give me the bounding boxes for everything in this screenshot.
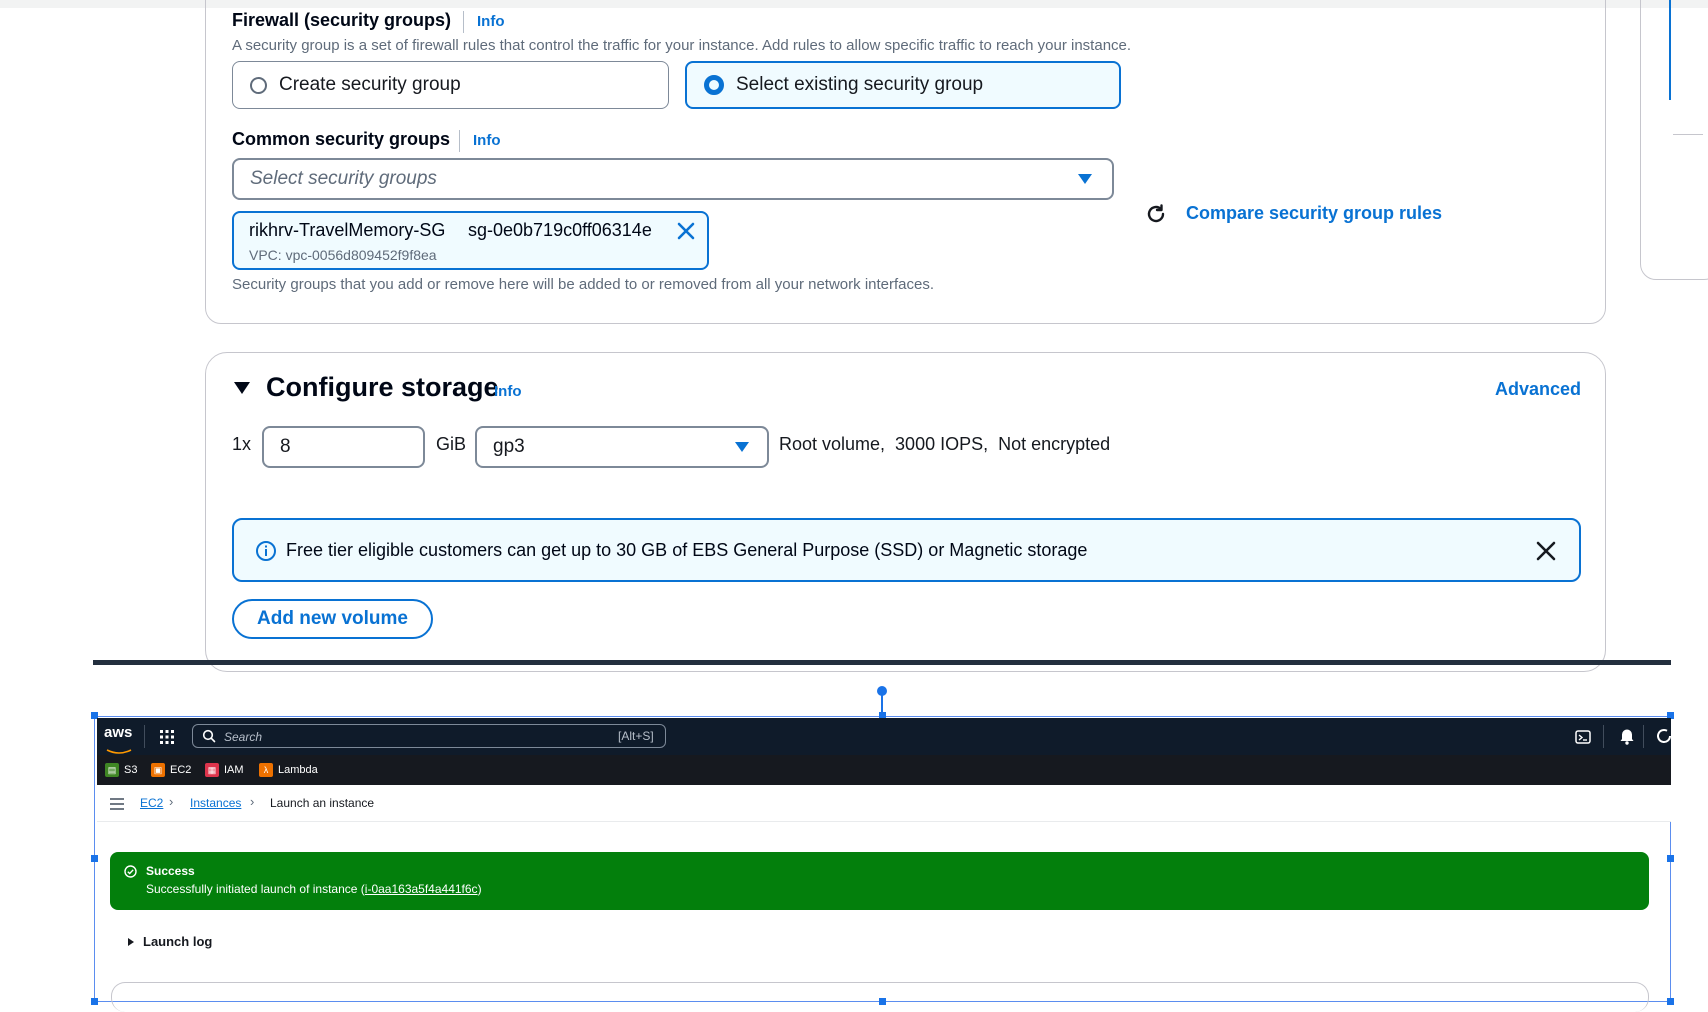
separator xyxy=(1603,725,1604,748)
s3-bucket-icon: ▤ xyxy=(105,763,119,777)
launch-log-toggle[interactable]: Launch log xyxy=(127,934,212,949)
rotation-handle[interactable] xyxy=(877,686,887,696)
token-sg-id: sg-0e0b719c0ff06314e xyxy=(468,220,652,240)
services-grid-icon[interactable] xyxy=(160,730,174,749)
summary-panel xyxy=(1640,0,1708,280)
resize-handle-right[interactable] xyxy=(1667,855,1674,862)
aws-top-nav: aws Search [Alt+S] xyxy=(97,718,1671,755)
screenshot-divider xyxy=(93,660,1671,665)
add-new-volume-button[interactable]: Add new volume xyxy=(232,599,433,639)
summary-divider xyxy=(1673,134,1703,135)
chevron-right-icon: › xyxy=(250,794,255,809)
console-search-input[interactable]: Search [Alt+S] xyxy=(192,724,666,748)
resize-handle-bottom-left[interactable] xyxy=(91,998,98,1005)
notifications-bell-icon[interactable] xyxy=(1619,727,1635,750)
caret-down-icon xyxy=(1078,174,1092,184)
info-circle-icon xyxy=(255,540,277,567)
success-message-prefix: Successfully initiated launch of instanc… xyxy=(146,882,365,896)
iam-badge-icon: ▦ xyxy=(205,763,219,777)
resize-handle-bottom-right[interactable] xyxy=(1667,998,1674,1005)
caret-right-icon xyxy=(128,937,134,946)
favorite-iam-label: IAM xyxy=(224,764,244,776)
separator xyxy=(144,725,145,748)
chevron-right-icon: › xyxy=(169,794,174,809)
create-security-group-label: Create security group xyxy=(279,74,461,95)
volume-unit-label: GiB xyxy=(436,434,467,454)
token-sg-name: rikhrv-TravelMemory-SG xyxy=(249,220,446,240)
summary-accent-line xyxy=(1669,0,1671,100)
favorite-ec2-label: EC2 xyxy=(170,764,192,776)
favorite-ec2[interactable]: ▣ EC2 xyxy=(151,763,191,777)
favorites-bar: ▤ S3 ▣ EC2 ▦ IAM λ Lambda xyxy=(97,755,1671,785)
success-check-circle-icon xyxy=(124,865,137,883)
favorite-s3-label: S3 xyxy=(124,764,138,776)
aws-logo[interactable]: aws xyxy=(104,724,132,741)
success-title: Success xyxy=(146,864,195,878)
volume-size-input[interactable]: 8 xyxy=(262,426,425,468)
lambda-icon: λ xyxy=(259,763,273,777)
favorite-iam[interactable]: ▦ IAM xyxy=(205,763,244,777)
next-steps-panel xyxy=(111,982,1649,1012)
ec2-chip-icon: ▣ xyxy=(151,763,165,777)
volume-type-value: gp3 xyxy=(493,436,525,457)
separator xyxy=(463,11,464,33)
dismiss-close-icon[interactable] xyxy=(1535,540,1557,567)
launch-log-label: Launch log xyxy=(143,934,213,949)
cloudshell-icon[interactable] xyxy=(1575,729,1591,750)
separator xyxy=(1643,725,1644,748)
refresh-icon[interactable] xyxy=(1144,202,1168,231)
separator xyxy=(459,130,460,152)
free-tier-alert: Free tier eligible customers can get up … xyxy=(232,518,1581,582)
breadcrumb-ec2-link[interactable]: EC2 xyxy=(140,796,163,810)
caret-down-icon xyxy=(735,442,749,452)
configure-storage-title: Configure storage xyxy=(266,372,499,402)
remove-token-close-icon[interactable] xyxy=(676,221,696,246)
favorite-s3[interactable]: ▤ S3 xyxy=(105,763,137,777)
volume-description: Root volume, 3000 IOPS, Not encrypted xyxy=(779,434,1111,454)
volume-type-select[interactable]: gp3 xyxy=(475,426,769,468)
radio-selected-icon xyxy=(704,75,724,95)
common-sg-info-link[interactable]: Info xyxy=(473,132,501,149)
success-message-suffix: ) xyxy=(477,882,482,896)
free-tier-text: Free tier eligible customers can get up … xyxy=(286,540,1088,560)
collapse-triangle-icon[interactable] xyxy=(233,381,251,400)
volume-count-label: 1x xyxy=(232,434,252,454)
hamburger-menu-icon[interactable] xyxy=(110,797,124,815)
settings-gear-icon[interactable] xyxy=(1657,728,1671,749)
security-groups-select[interactable]: Select security groups xyxy=(232,158,1114,200)
security-group-token: rikhrv-TravelMemory-SG sg-0e0b719c0ff063… xyxy=(232,211,709,270)
security-groups-placeholder: Select security groups xyxy=(250,168,437,189)
create-security-group-option[interactable]: Create security group xyxy=(232,61,669,109)
breadcrumb-current: Launch an instance xyxy=(270,796,375,810)
select-existing-security-group-option[interactable]: Select existing security group xyxy=(685,61,1121,109)
favorite-lambda[interactable]: λ Lambda xyxy=(259,763,318,777)
firewall-description: A security group is a set of firewall ru… xyxy=(232,37,1132,54)
search-shortcut: [Alt+S] xyxy=(618,729,654,743)
breadcrumb-instances-link[interactable]: Instances xyxy=(190,796,241,810)
search-placeholder: Search xyxy=(224,730,263,744)
firewall-title: Firewall (security groups) xyxy=(232,10,452,30)
search-icon xyxy=(202,729,216,748)
success-alert: Success Successfully initiated launch of… xyxy=(110,852,1649,910)
security-groups-hint: Security groups that you add or remove h… xyxy=(232,276,935,293)
breadcrumb: EC2 › Instances › Launch an instance xyxy=(97,785,1671,822)
storage-info-link[interactable]: Info xyxy=(494,383,522,400)
radio-unselected-icon xyxy=(250,76,267,94)
advanced-link[interactable]: Advanced xyxy=(1495,379,1581,400)
instance-id-link[interactable]: i-0aa163a5f4a441f6c xyxy=(365,882,478,896)
firewall-info-link[interactable]: Info xyxy=(477,13,505,30)
select-existing-security-group-label: Select existing security group xyxy=(736,74,984,95)
compare-security-group-rules-link[interactable]: Compare security group rules xyxy=(1186,203,1442,224)
resize-handle-left[interactable] xyxy=(91,855,98,862)
common-sg-title: Common security groups xyxy=(232,129,451,149)
success-message: Successfully initiated launch of instanc… xyxy=(146,882,482,896)
favorite-lambda-label: Lambda xyxy=(278,764,318,776)
token-vpc: VPC: vpc-0056d809452f9f8ea xyxy=(249,247,437,263)
